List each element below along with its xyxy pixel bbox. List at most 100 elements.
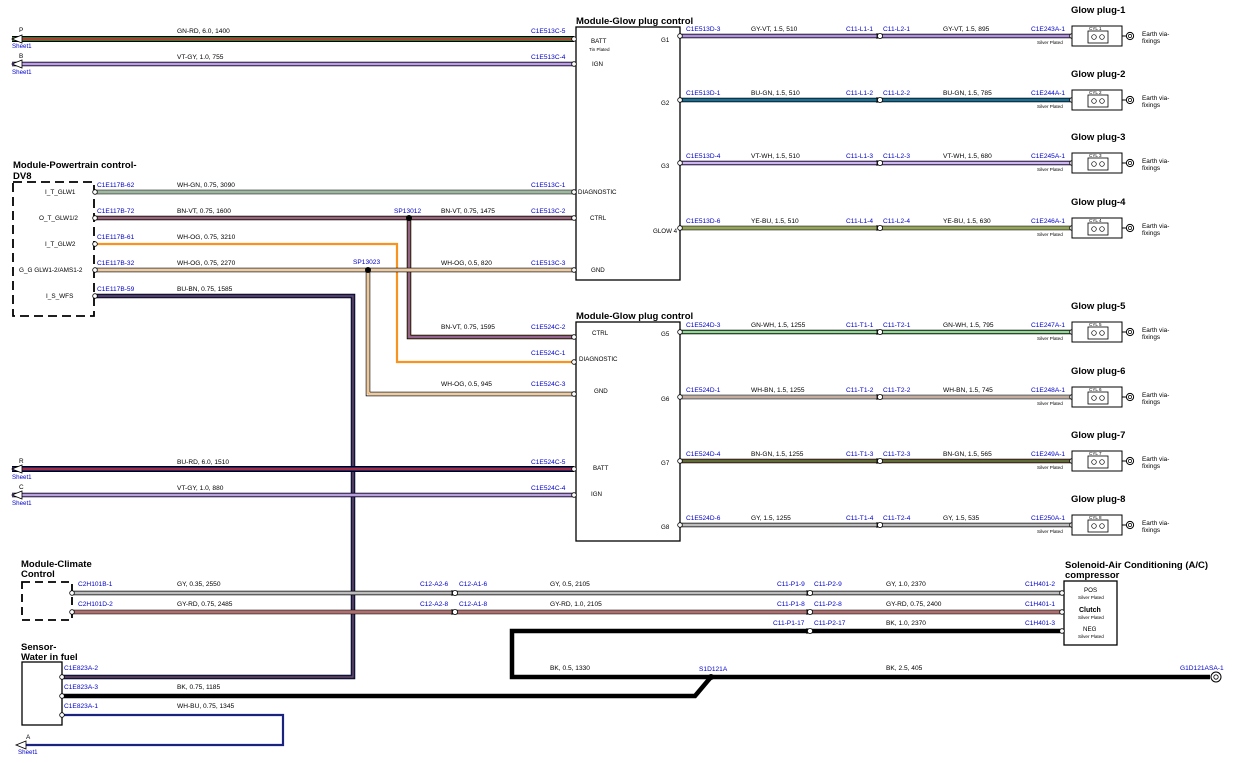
glow-plug-cyl: CYL 3 [1089,153,1102,158]
pcm-pin-4: G_G GLW1-2/AMS1-2 [19,267,83,274]
inline-connector [877,33,884,40]
glow-plug-title: Glow plug-8 [1071,494,1125,505]
pin-batt-plating: Tin Plated [589,47,610,52]
pin-g7: G7 [661,460,670,467]
terminal [677,160,683,166]
glow-plug-conn: C1E244A-1 [1031,90,1065,97]
terminal [677,225,683,231]
glow-plug-row-5: C1E524D-3 GN-WH, 1.5, 1255 C11-T1-1 C11-T2-… [686,301,1169,343]
glow-plug-cyl: CYL 1 [1089,26,1102,31]
wire-bk-label-3: BK, 2.5, 405 [886,665,923,672]
glow-plug-title: Glow plug-6 [1071,366,1125,377]
inline-connector [451,590,458,597]
glow-wire-label-1: BU-GN, 1.5, 510 [751,90,800,97]
conn-c1e524c-4: C1E524C-4 [531,485,566,492]
terminal [92,241,98,247]
conn-g1d121asa-1: G1D121ASA-1 [1180,665,1224,672]
conn-c1e823a-1: C1E823A-1 [64,703,98,710]
glow-module-conn: C1E524D-6 [686,515,721,522]
wire-wh-og-label-2: WH-OG, 0.5, 820 [441,260,492,267]
conn-c12-a2-6: C12-A2-6 [420,581,449,588]
sheet-ref-p-letter: P [19,27,23,34]
glow-wire-label-1: WH-BN, 1.5, 1255 [751,387,805,394]
wire-bn-vt-label-3: BN-VT, 0.75, 1595 [441,324,495,331]
glow-inline-conn-1: C11-T1-1 [846,322,874,329]
wire-bn-vt-label-2: BN-VT, 0.75, 1475 [441,208,495,215]
glow-plug-title: Glow plug-1 [1071,5,1126,16]
sheet-ref-a-label: Sheet1 [18,749,38,756]
pcm-title-2: DV8 [13,171,31,182]
conn-c12-a2-8: C12-A2-8 [420,601,449,608]
glow-plug-plating: Silver Plated [1037,465,1063,470]
terminal [1059,590,1065,596]
inline-connector [877,224,884,231]
pcm-pin-3: I_T_GLW2 [45,241,76,248]
pin-g3: G3 [661,163,670,170]
glow-wire-label-2: WH-BN, 1.5, 745 [943,387,993,394]
sheet-ref-b-label: Sheet1 [12,69,32,76]
terminal [59,674,65,680]
conn-c1e524c-1: C1E524C-1 [531,350,566,357]
conn-c1e513c-1: C1E513C-1 [531,182,566,189]
glow-plug-body [1071,152,1135,174]
glow-plug-cyl: CYL 2 [1089,90,1102,95]
wire-gy-rd-label-2: GY-RD, 1.0, 2105 [550,601,602,608]
pin-g6: G6 [661,396,670,403]
terminal [677,394,683,400]
glow-module-a-title: Module-Glow plug control [576,16,693,27]
glow-plug-conn: C1E243A-1 [1031,26,1065,33]
glow-inline-conn-1: C11-T1-3 [846,451,874,458]
pcm-pin-2: O_T_GLW1/2 [39,215,78,222]
pin-g1: G1 [661,37,670,44]
glow-plug-row-7: C1E524D-4 BN-GN, 1.5, 1255 C11-T1-3 C11-T2-… [686,430,1169,472]
glow-plug-cyl: CYL 5 [1089,322,1102,327]
wire-bk-label-2: BK, 0.5, 1330 [550,665,590,672]
glow-wire-label-1: GY, 1.5, 1255 [751,515,791,522]
earth-label-2: fixings [1142,399,1160,406]
glow-wire-label-2: VT-WH, 1.5, 680 [943,153,992,160]
terminal [571,359,577,365]
glow-wire-label-2: BN-GN, 1.5, 565 [943,451,992,458]
wire-bu-bn-label: BU-BN, 0.75, 1585 [177,286,233,293]
glow-plug-row-1: C1E513D-3 GY-VT, 1.5, 510 C11-L1-1 C11-L2-1… [686,5,1169,47]
splice-s1d121a-label: S1D121A [699,666,728,673]
sheet-ref-a-letter: A [26,734,31,741]
earth-label-1: Earth via- [1142,327,1169,334]
wire-bk-sensor-label: BK, 0.75, 1185 [177,684,220,691]
conn-c1h401-1: C1H401-1 [1025,601,1055,608]
solenoid-clutch-plating: Silver Plated [1078,615,1104,620]
solenoid-clutch: Clutch [1079,607,1101,614]
earth-label-2: fixings [1142,334,1160,341]
terminal [69,590,75,596]
sheet-ref-c-letter: C [19,484,24,491]
glow-module-conn: C1E513D-4 [686,153,721,160]
glow-plug-body [1071,450,1135,472]
pin-gnd: GND [591,267,605,274]
terminal [571,267,577,273]
conn-c1e117b-72: C1E117B-72 [97,208,135,215]
glow-module-conn: C1E513D-3 [686,26,721,33]
glow-plug-row-2: C1E513D-1 BU-GN, 1.5, 510 C11-L1-2 C11-L2-2… [686,69,1169,111]
inline-connector [877,393,884,400]
pin-ign-b: IGN [591,491,602,498]
glow-plug-cyl: CYL 6 [1089,387,1102,392]
inline-connector [807,590,814,597]
earth-label-1: Earth via- [1142,520,1169,527]
wiring-diagram: Module-Glow plug control BATT Tin Plated… [10,5,1224,756]
glow-wire-label-2: YE-BU, 1.5, 630 [943,218,991,225]
glow-inline-conn-2: C11-L2-2 [883,90,910,97]
glow-plug-conn: C1E245A-1 [1031,153,1065,160]
wire-gy-label-1: GY, 0.35, 2550 [177,581,221,588]
conn-c11-p2-8: C11-P2-8 [814,601,842,608]
pin-gnd-b: GND [594,388,608,395]
glow-wire-label-2: GN-WH, 1.5, 795 [943,322,994,329]
conn-c2h101b-1: C2H101B-1 [78,581,113,588]
conn-c11-p1-9: C11-P1-9 [777,581,805,588]
pin-glow4: GLOW 4 [653,228,678,235]
glow-plug-row-6: C1E524D-1 WH-BN, 1.5, 1255 C11-T1-2 C11-T2-… [686,366,1169,408]
pin-g8: G8 [661,524,670,531]
pin-diagnostic: DIAGNOSTIC [578,189,617,196]
solenoid-neg-plating: Silver Plated [1078,634,1104,639]
terminal [92,215,98,221]
terminal [571,334,577,340]
